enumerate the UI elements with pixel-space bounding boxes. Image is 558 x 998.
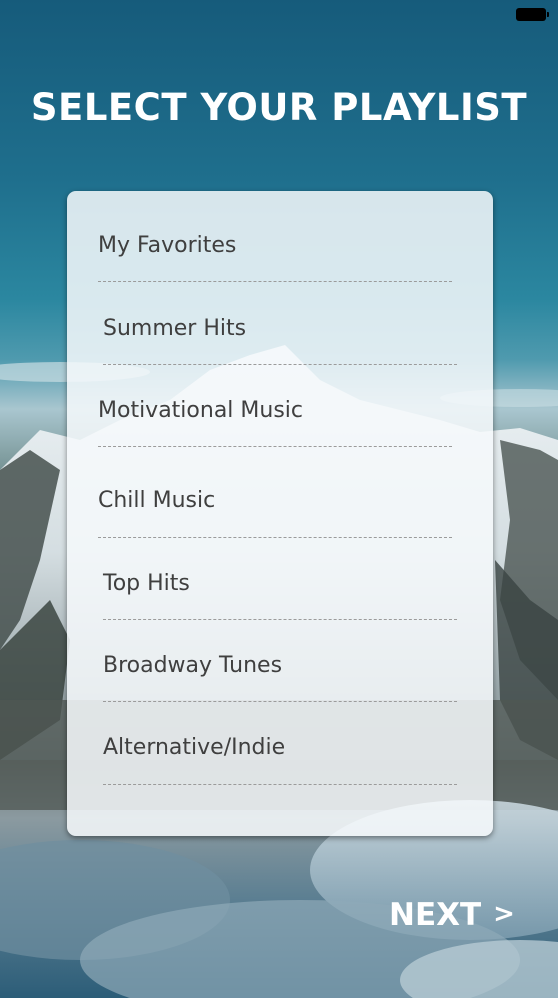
playlist-item-label: Chill Music — [98, 488, 216, 513]
playlist-divider — [98, 281, 452, 282]
playlist-item-broadway-tunes[interactable]: Broadway Tunes — [103, 651, 463, 691]
chevron-right-icon: > — [493, 899, 515, 929]
playlist-divider — [98, 446, 452, 447]
playlist-item-label: Broadway Tunes — [103, 653, 283, 678]
next-label: NEXT — [389, 897, 482, 933]
playlist-divider — [103, 364, 457, 365]
playlist-item-summer-hits[interactable]: Summer Hits — [103, 314, 463, 354]
playlist-item-label: Summer Hits — [103, 316, 247, 341]
playlist-item-label: Motivational Music — [98, 398, 304, 423]
playlist-item-label: My Favorites — [98, 233, 237, 258]
playlist-item-chill-music[interactable]: Chill Music — [98, 486, 458, 526]
playlist-item-motivational-music[interactable]: Motivational Music — [98, 396, 458, 436]
battery-icon — [516, 8, 549, 21]
next-button[interactable]: NEXT > — [389, 897, 515, 933]
playlist-item-label: Alternative/Indie — [103, 735, 286, 760]
playlist-divider — [103, 701, 457, 702]
playlist-item-my-favorites[interactable]: My Favorites — [98, 231, 458, 271]
playlist-item-label: Top Hits — [103, 571, 190, 596]
playlist-item-top-hits[interactable]: Top Hits — [103, 569, 463, 609]
playlist-card: My Favorites Summer Hits Motivational Mu… — [67, 191, 493, 836]
page-title: SELECT YOUR PLAYLIST — [30, 86, 528, 129]
playlist-item-alternative-indie[interactable]: Alternative/Indie — [103, 733, 463, 773]
playlist-divider — [103, 784, 457, 785]
playlist-divider — [103, 619, 457, 620]
playlist-divider — [98, 537, 452, 538]
